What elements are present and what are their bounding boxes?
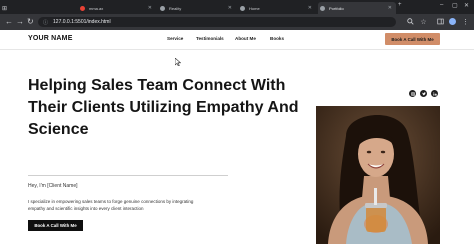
book-call-button[interactable]: Book A Call With Me — [28, 220, 83, 231]
tab-home[interactable]: Home ✕ — [238, 2, 316, 14]
browser-tab-bar: ⊞ mma.ax ✕ Reality ✕ Home ✕ Portfolio ✕ … — [0, 0, 474, 14]
favicon-icon — [240, 5, 245, 11]
close-icon[interactable]: ✕ — [148, 5, 152, 11]
back-icon[interactable]: ← — [5, 17, 13, 27]
close-icon[interactable]: ✕ — [228, 5, 232, 11]
side-panel-icon[interactable] — [436, 17, 445, 26]
brand-logo[interactable]: YOUR NAME — [28, 35, 73, 42]
close-icon[interactable]: ✕ — [308, 5, 312, 11]
tab-label: Portfolio — [329, 5, 344, 11]
url-text: 127.0.0.1:5501/index.html — [53, 19, 111, 25]
minimize-icon[interactable]: – — [440, 2, 443, 8]
reload-icon[interactable]: ↻ — [27, 17, 34, 27]
tab-reality[interactable]: Reality ✕ — [158, 2, 236, 14]
tab-portfolio[interactable]: Portfolio ✕ — [318, 2, 396, 14]
tab-label: mma.ax — [89, 5, 104, 11]
maximize-icon[interactable]: ▢ — [452, 2, 458, 9]
tab-strip-icon[interactable]: ⊞ — [0, 2, 7, 14]
bookmark-star-icon[interactable]: ☆ — [419, 17, 428, 26]
favicon-icon — [80, 5, 85, 11]
profile-avatar-icon[interactable] — [448, 17, 457, 26]
tab-label: Home — [249, 5, 260, 11]
nav-link-books[interactable]: Books — [270, 36, 284, 41]
tab-label: Reality — [169, 5, 182, 11]
close-window-icon[interactable]: ✕ — [464, 2, 469, 9]
nav-link-about[interactable]: About Me — [235, 36, 256, 41]
intro-greeting: Hey, I'm [Client Name] — [28, 183, 78, 189]
site-header: YOUR NAME Service Testimonials About Me … — [0, 30, 474, 50]
instagram-icon[interactable] — [409, 90, 416, 97]
tab-mma[interactable]: mma.ax ✕ — [78, 2, 156, 14]
intro-description: I specialize in empowering sales teams t… — [28, 199, 194, 211]
nav-link-service[interactable]: Service — [167, 36, 183, 41]
twitter-icon[interactable] — [420, 90, 427, 97]
new-tab-icon[interactable]: + — [398, 2, 402, 8]
book-call-button-header[interactable]: Book A Call With Me — [385, 33, 440, 45]
favicon-icon — [160, 5, 165, 11]
forward-icon[interactable]: → — [16, 17, 24, 27]
site-info-icon[interactable]: ⓘ — [43, 19, 48, 26]
divider-line — [28, 175, 228, 176]
mouse-cursor-icon — [174, 57, 182, 68]
nav-link-testimonials[interactable]: Testimonials — [196, 36, 224, 41]
menu-kebab-icon[interactable]: ⋮ — [461, 17, 470, 26]
browser-toolbar: ← → ↻ ⓘ 127.0.0.1:5501/index.html ☆ ⋮ — [0, 14, 474, 30]
favicon-icon — [320, 5, 325, 11]
zoom-icon[interactable] — [406, 17, 415, 26]
address-bar[interactable]: ⓘ 127.0.0.1:5501/index.html — [38, 17, 396, 27]
hero-headline: Helping Sales Team Connect With Their Cl… — [28, 77, 299, 138]
profile-photo — [316, 106, 440, 244]
close-icon[interactable]: ✕ — [388, 5, 392, 11]
linkedin-icon[interactable] — [431, 90, 438, 97]
